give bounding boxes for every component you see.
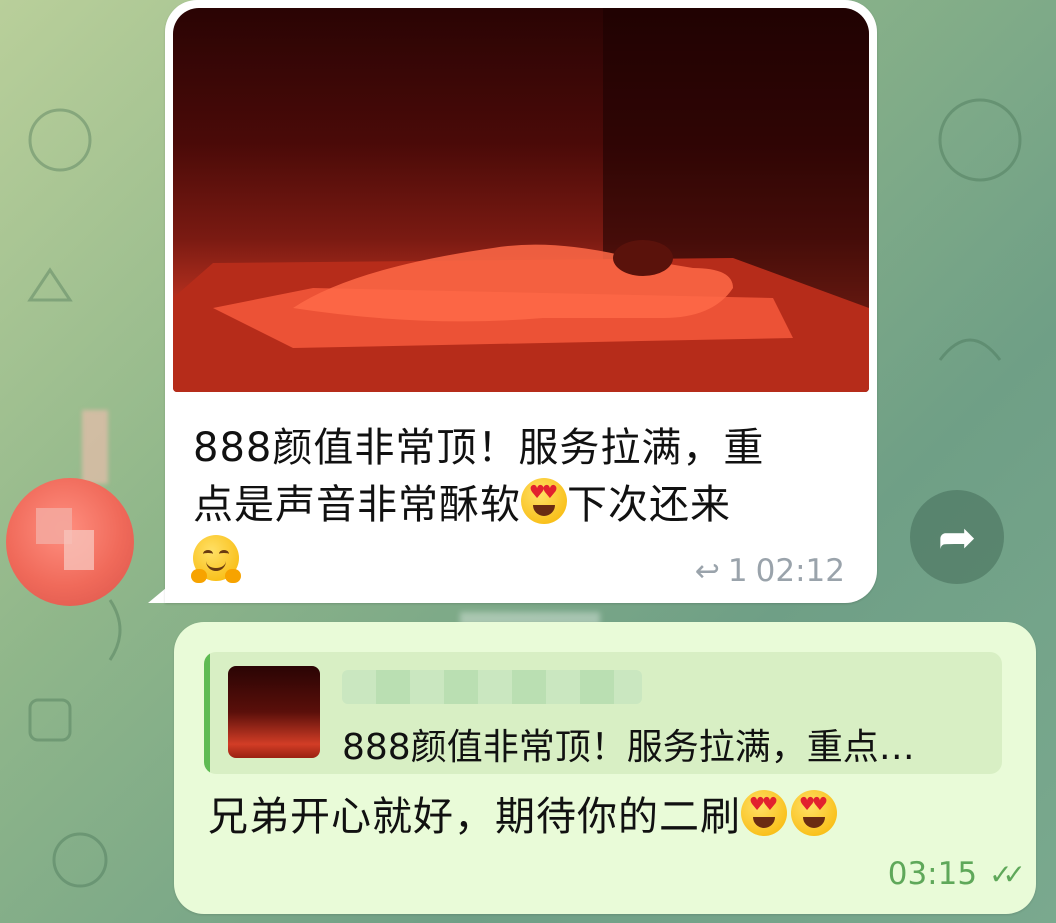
heart-eyes-emoji-icon xyxy=(741,790,787,836)
outgoing-message-meta: 03:15 ✓✓ xyxy=(887,856,1026,892)
incoming-message-bubble[interactable]: 888颜值非常顶！服务拉满，重 点是声音非常酥软下次还来 ↩ 1 02:12 xyxy=(165,0,877,603)
message-text-line1: 888颜值非常顶！服务拉满，重 xyxy=(193,425,765,471)
blurred-name xyxy=(82,410,108,484)
message-photo[interactable] xyxy=(173,8,869,392)
forward-button[interactable]: ➦ xyxy=(910,490,1004,584)
quoted-photo-thumbnail xyxy=(228,666,320,758)
quoted-reply[interactable]: 888颜值非常顶！服务拉满，重点… xyxy=(204,652,1002,774)
quote-accent-bar xyxy=(204,652,210,774)
message-time: 02:12 xyxy=(755,553,845,589)
incoming-message-meta: ↩ 1 02:12 xyxy=(695,553,845,589)
outgoing-text-content: 兄弟开心就好，期待你的二刷 xyxy=(208,794,741,840)
quoted-sender-name-blurred xyxy=(342,670,642,704)
double-check-read-icon: ✓✓ xyxy=(989,857,1026,891)
reply-count[interactable]: 1 xyxy=(728,553,748,589)
message-time: 03:15 xyxy=(887,856,978,892)
outgoing-message-text: 兄弟开心就好，期待你的二刷 xyxy=(208,784,837,842)
forward-arrow-icon: ➦ xyxy=(937,510,977,564)
heart-eyes-emoji-icon xyxy=(521,478,567,524)
sender-avatar[interactable] xyxy=(6,478,134,606)
message-text-line2: 点是声音非常酥软 xyxy=(193,482,521,528)
heart-eyes-emoji-icon xyxy=(791,790,837,836)
quoted-text: 888颜值非常顶！服务拉满，重点… xyxy=(342,727,915,768)
hugging-face-emoji-icon xyxy=(191,535,241,583)
reply-arrow-icon: ↩ xyxy=(694,553,720,589)
outgoing-message-bubble[interactable]: 888颜值非常顶！服务拉满，重点… 兄弟开心就好，期待你的二刷 03:15 ✓✓ xyxy=(174,622,1036,914)
message-text-line2-end: 下次还来 xyxy=(567,482,731,528)
